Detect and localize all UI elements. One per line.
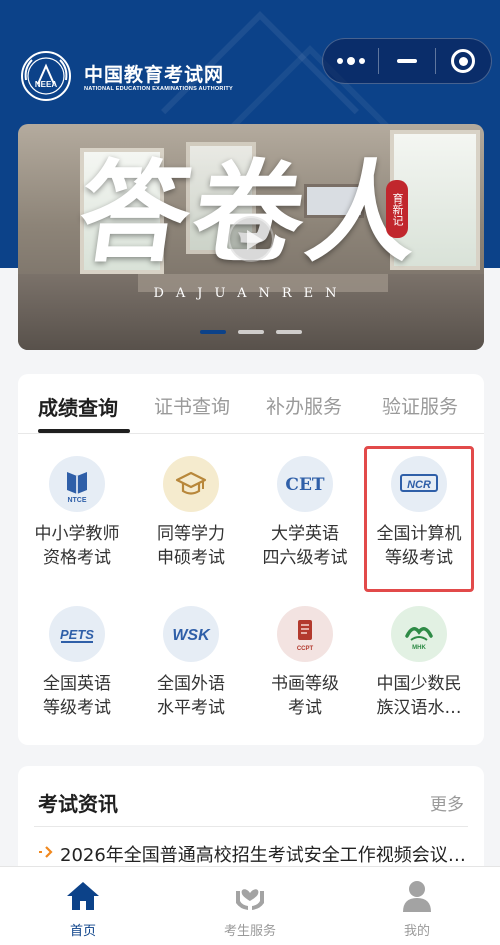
ntce-icon: NTCE	[49, 456, 105, 512]
pets-icon: PETS	[49, 606, 105, 662]
nav-label: 我的	[403, 924, 430, 939]
service-item-cet[interactable]: CET 大学英语 四六级考试	[248, 456, 362, 596]
emblem-text: NEEA	[35, 80, 57, 89]
svg-text:WSK: WSK	[172, 627, 211, 644]
chevron-right-icon	[38, 844, 60, 865]
active-tab-underline	[38, 429, 130, 433]
nav-label: 考生服务	[223, 924, 276, 939]
nav-home[interactable]: 首页	[0, 867, 166, 945]
graduation-cap-icon	[163, 456, 219, 512]
banner-seal: 育新记	[386, 180, 408, 238]
minimize-icon	[396, 59, 417, 63]
miniapp-capsule	[322, 38, 492, 84]
service-item-wsk[interactable]: WSK 全国外语 水平考试	[134, 606, 248, 746]
highlight-box	[364, 446, 474, 592]
tab-score-query[interactable]: 成绩查询	[38, 392, 118, 421]
site-subtitle: NATIONAL EDUCATION EXAMINATIONS AUTHORIT…	[84, 86, 233, 92]
services-card: 成绩查询 证书查询 补办服务 验证服务 NTCE 中小学教师 资格考试 同等学力申…	[18, 374, 484, 745]
service-label: 中小学教师 资格考试	[34, 524, 120, 568]
home-icon	[63, 877, 103, 915]
carousel-dot[interactable]	[276, 330, 302, 334]
service-item-ntce[interactable]: NTCE 中小学教师 资格考试	[20, 456, 134, 596]
service-label: 全国外语 水平考试	[157, 674, 225, 718]
news-item[interactable]: 2026年全国普通高校招生考试安全工作视频会议召开	[38, 841, 468, 867]
close-target-icon	[451, 49, 476, 73]
carousel-dot[interactable]	[200, 330, 226, 334]
ccpt-icon: CCPT	[277, 606, 333, 662]
svg-text:CCPT: CCPT	[297, 646, 314, 652]
cet-icon: CET	[277, 456, 333, 512]
app-header: NEEA 中国教育考试网 NATIONAL EDUCATION EXAMINAT…	[0, 0, 500, 120]
news-item-title: 2026年全国普通高校招生考试安全工作视频会议召开	[60, 845, 468, 866]
service-item-mhk[interactable]: MHK 中国少数民 族汉语水…	[362, 606, 476, 746]
more-dots-icon	[336, 56, 365, 65]
mhk-icon: MHK	[391, 606, 447, 662]
service-item-pets[interactable]: PETS 全国英语 等级考试	[20, 606, 134, 746]
banner-subtitle: DAJUANREN	[153, 286, 349, 301]
banner-carousel[interactable]: 答卷人 育新记 DAJUANREN	[18, 124, 484, 350]
neea-emblem-icon: NEEA	[18, 50, 74, 102]
service-item-ccpt[interactable]: CCPT 书画等级 考试	[248, 606, 362, 746]
person-icon	[397, 877, 437, 915]
nav-profile[interactable]: 我的	[334, 867, 500, 945]
service-label: 全国英语 等级考试	[43, 674, 111, 718]
play-icon[interactable]	[228, 216, 274, 262]
minimize-button[interactable]	[379, 39, 434, 83]
svg-text:CET: CET	[285, 475, 324, 495]
more-button[interactable]	[323, 39, 378, 83]
service-item-tongdeng[interactable]: 同等学力 申硕考试	[134, 456, 248, 596]
news-more-link[interactable]: 更多	[430, 790, 464, 815]
tab-certificate-query[interactable]: 证书查询	[154, 392, 230, 419]
hands-heart-icon	[230, 877, 270, 915]
carousel-dot[interactable]	[238, 330, 264, 334]
services-tabs: 成绩查询 证书查询 补办服务 验证服务	[18, 374, 484, 434]
close-button[interactable]	[436, 39, 491, 83]
service-label: 书画等级 考试	[271, 674, 339, 718]
nav-label: 首页	[69, 924, 96, 939]
site-title: 中国教育考试网	[84, 64, 225, 86]
divider	[34, 826, 468, 827]
service-label: 同等学力 申硕考试	[157, 524, 225, 568]
wsk-icon: WSK	[163, 606, 219, 662]
tab-reissue-service[interactable]: 补办服务	[266, 392, 342, 419]
service-label: 大学英语 四六级考试	[262, 524, 348, 568]
svg-text:MHK: MHK	[412, 645, 426, 651]
news-section-title: 考试资讯	[38, 792, 118, 816]
bottom-navigation: 首页 考生服务 我的	[0, 866, 500, 945]
nav-examinee-service[interactable]: 考生服务	[167, 867, 333, 945]
tab-verification-service[interactable]: 验证服务	[382, 392, 458, 419]
service-label: 中国少数民 族汉语水…	[376, 674, 462, 718]
carousel-indicators	[200, 330, 302, 334]
svg-text:NTCE: NTCE	[67, 497, 86, 504]
svg-text:PETS: PETS	[60, 627, 94, 642]
